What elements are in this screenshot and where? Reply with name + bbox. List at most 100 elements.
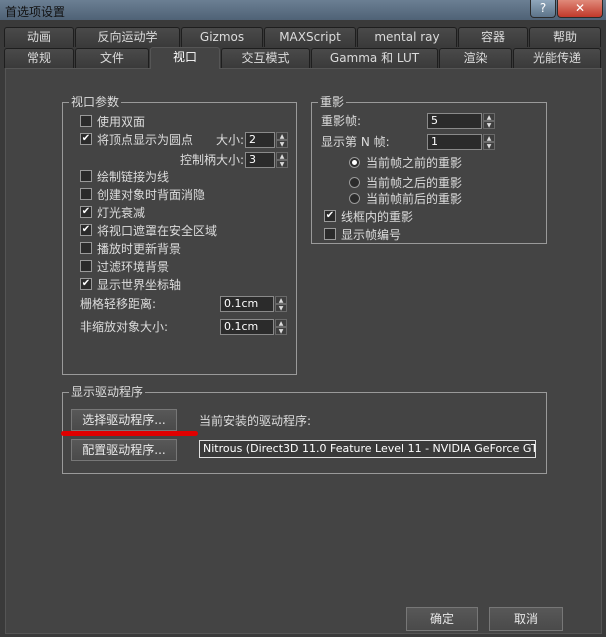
spin-up-icon[interactable]: ▲ [275, 296, 287, 304]
tab-containers[interactable]: 容器 [458, 27, 528, 47]
tab-inverse-kinematics[interactable]: 反向运动学 [75, 27, 180, 47]
display-driver-title: 显示驱动程序 [69, 385, 146, 399]
checkbox-label: 过滤环境背景 [97, 259, 170, 274]
tab-gamma-lut[interactable]: Gamma 和 LUT [311, 48, 438, 68]
spin-down-icon[interactable]: ▼ [276, 160, 288, 168]
spin-down-icon[interactable]: ▼ [275, 304, 287, 312]
display-nth-frame-spinner[interactable]: 1 ▲ ▼ [427, 134, 495, 150]
checkbox-label: 将视口遮罩在安全区域 [97, 223, 218, 238]
checkbox-label: 灯光衰减 [97, 205, 146, 220]
spin-up-icon[interactable]: ▲ [483, 134, 495, 142]
tab-gizmos[interactable]: Gizmos [181, 27, 263, 47]
spin-up-icon[interactable]: ▲ [483, 113, 495, 121]
checkbox-box[interactable] [80, 260, 92, 272]
tab-viewports[interactable]: 视口 [150, 47, 220, 69]
checkbox-show-vertices-as-dots[interactable]: ✔ 将顶点显示为圆点 [80, 131, 193, 147]
close-window-button[interactable]: ✕ [557, 0, 603, 18]
size-label: 大小: [216, 133, 245, 147]
configure-driver-button[interactable]: 配置驱动程序... [71, 439, 177, 461]
spin-down-icon[interactable]: ▼ [276, 140, 288, 148]
spin-up-icon[interactable]: ▲ [276, 132, 288, 140]
title-bar: 首选项设置 ? ✕ [0, 0, 606, 20]
checkbox-mask-to-safe-region[interactable]: ✔ 将视口遮罩在安全区域 [80, 222, 217, 238]
ghosting-frames-label: 重影帧: [321, 114, 362, 128]
display-driver-group: 显示驱动程序 选择驱动程序... 当前安装的驱动程序: 配置驱动程序... Ni… [61, 385, 547, 474]
tab-maxscript[interactable]: MAXScript [264, 27, 356, 47]
checkbox-backface-cull[interactable]: 创建对象时背面消隐 [80, 186, 205, 202]
tab-general[interactable]: 常规 [4, 48, 74, 68]
checkbox-display-world-axis[interactable]: ✔ 显示世界坐标轴 [80, 276, 181, 292]
tab-rendering[interactable]: 渲染 [439, 48, 512, 68]
spin-down-icon[interactable]: ▼ [483, 142, 495, 150]
check-icon[interactable]: ✔ [80, 278, 92, 290]
radio-selected-icon[interactable] [349, 156, 360, 168]
spin-up-icon[interactable]: ▲ [276, 152, 288, 160]
checkbox-label: 播放时更新背景 [97, 241, 182, 256]
viewport-parameters-group: 视口参数 使用双面 ✔ 将顶点显示为圆点 大小: 2 ▲ ▼ 控制柄大小: 3 ▲… [62, 95, 297, 375]
tab-radiosity[interactable]: 光能传递 [513, 48, 601, 68]
spin-up-icon[interactable]: ▲ [275, 319, 287, 327]
tab-interaction-mode[interactable]: 交互模式 [221, 48, 310, 68]
help-window-button[interactable]: ? [530, 0, 556, 18]
window-title: 首选项设置 [5, 5, 66, 19]
grid-nudge-distance-spinner[interactable]: 0.1cm ▲ ▼ [220, 296, 287, 312]
radio-label: 当前帧之前的重影 [366, 155, 463, 170]
radio-icon[interactable] [349, 192, 360, 204]
non-scaling-object-size-label: 非缩放对象大小: [80, 320, 169, 334]
checkbox-update-background-while-playing[interactable]: 播放时更新背景 [80, 240, 181, 256]
checkbox-attenuate-lights[interactable]: ✔ 灯光衰减 [80, 204, 145, 220]
checkbox-show-frame-numbers[interactable]: 显示帧编号 [324, 226, 401, 242]
checkbox-box[interactable] [80, 188, 92, 200]
display-nth-frame-label: 显示第 N 帧: [321, 135, 390, 149]
radio-label: 当前帧之后的重影 [366, 175, 463, 190]
tab-content-panel: 视口参数 使用双面 ✔ 将顶点显示为圆点 大小: 2 ▲ ▼ 控制柄大小: 3 ▲… [5, 68, 602, 634]
check-icon[interactable]: ✔ [324, 210, 336, 222]
ghosting-frames-value[interactable]: 5 [427, 113, 482, 129]
tab-help[interactable]: 帮助 [529, 27, 601, 47]
handle-size-spinner[interactable]: 3 ▲ ▼ [245, 152, 288, 168]
radio-icon[interactable] [349, 176, 360, 188]
spin-down-icon[interactable]: ▼ [483, 121, 495, 129]
radio-ghost-after-current[interactable]: 当前帧之后的重影 [349, 174, 462, 190]
non-scaling-object-size-value[interactable]: 0.1cm [220, 319, 274, 335]
display-nth-frame-value[interactable]: 1 [427, 134, 482, 150]
check-icon[interactable]: ✔ [80, 133, 92, 145]
ghosting-title: 重影 [318, 95, 347, 109]
radio-label: 当前帧前后的重影 [366, 191, 463, 206]
checkbox-draw-links-as-lines[interactable]: 绘制链接为线 [80, 168, 169, 184]
current-driver-field: Nitrous (Direct3D 11.0 Feature Level 11 … [199, 440, 536, 458]
tab-mental-ray[interactable]: mental ray [357, 27, 457, 47]
checkbox-box[interactable] [80, 170, 92, 182]
non-scaling-object-size-spinner[interactable]: 0.1cm ▲ ▼ [220, 319, 287, 335]
size-value[interactable]: 2 [245, 132, 275, 148]
viewport-parameters-title: 视口参数 [69, 95, 122, 109]
checkbox-label: 将顶点显示为圆点 [97, 132, 194, 147]
checkbox-label: 显示世界坐标轴 [97, 277, 182, 292]
check-icon[interactable]: ✔ [80, 224, 92, 236]
checkbox-ghost-in-wireframe[interactable]: ✔ 线框内的重影 [324, 208, 413, 224]
checkbox-use-dual-planes[interactable]: 使用双面 [80, 113, 145, 129]
checkbox-filter-environment-background[interactable]: 过滤环境背景 [80, 258, 169, 274]
handle-size-value[interactable]: 3 [245, 152, 275, 168]
radio-ghost-before-current[interactable]: 当前帧之前的重影 [349, 154, 462, 170]
checkbox-label: 显示帧编号 [341, 227, 402, 242]
spin-down-icon[interactable]: ▼ [275, 327, 287, 335]
cancel-button[interactable]: 取消 [489, 607, 563, 631]
tab-animation[interactable]: 动画 [4, 27, 74, 47]
ghosting-frames-spinner[interactable]: 5 ▲ ▼ [427, 113, 495, 129]
checkbox-box[interactable] [80, 115, 92, 127]
tab-files[interactable]: 文件 [75, 48, 149, 68]
checkbox-box[interactable] [80, 242, 92, 254]
ok-button[interactable]: 确定 [406, 607, 478, 631]
checkbox-label: 线框内的重影 [341, 209, 414, 224]
grid-nudge-distance-label: 栅格轻移距离: [80, 297, 157, 311]
choose-driver-button[interactable]: 选择驱动程序... [71, 409, 177, 431]
current-driver-label: 当前安装的驱动程序: [199, 414, 312, 428]
check-icon[interactable]: ✔ [80, 206, 92, 218]
ghosting-group: 重影 重影帧: 5 ▲ ▼ 显示第 N 帧: 1 ▲ ▼ 当前帧之前的重影 当前帧之… [311, 95, 547, 244]
grid-nudge-distance-value[interactable]: 0.1cm [220, 296, 274, 312]
checkbox-label: 使用双面 [97, 114, 146, 129]
checkbox-box[interactable] [324, 228, 336, 240]
size-spinner[interactable]: 2 ▲ ▼ [245, 132, 288, 148]
radio-ghost-before-and-after[interactable]: 当前帧前后的重影 [349, 190, 462, 206]
